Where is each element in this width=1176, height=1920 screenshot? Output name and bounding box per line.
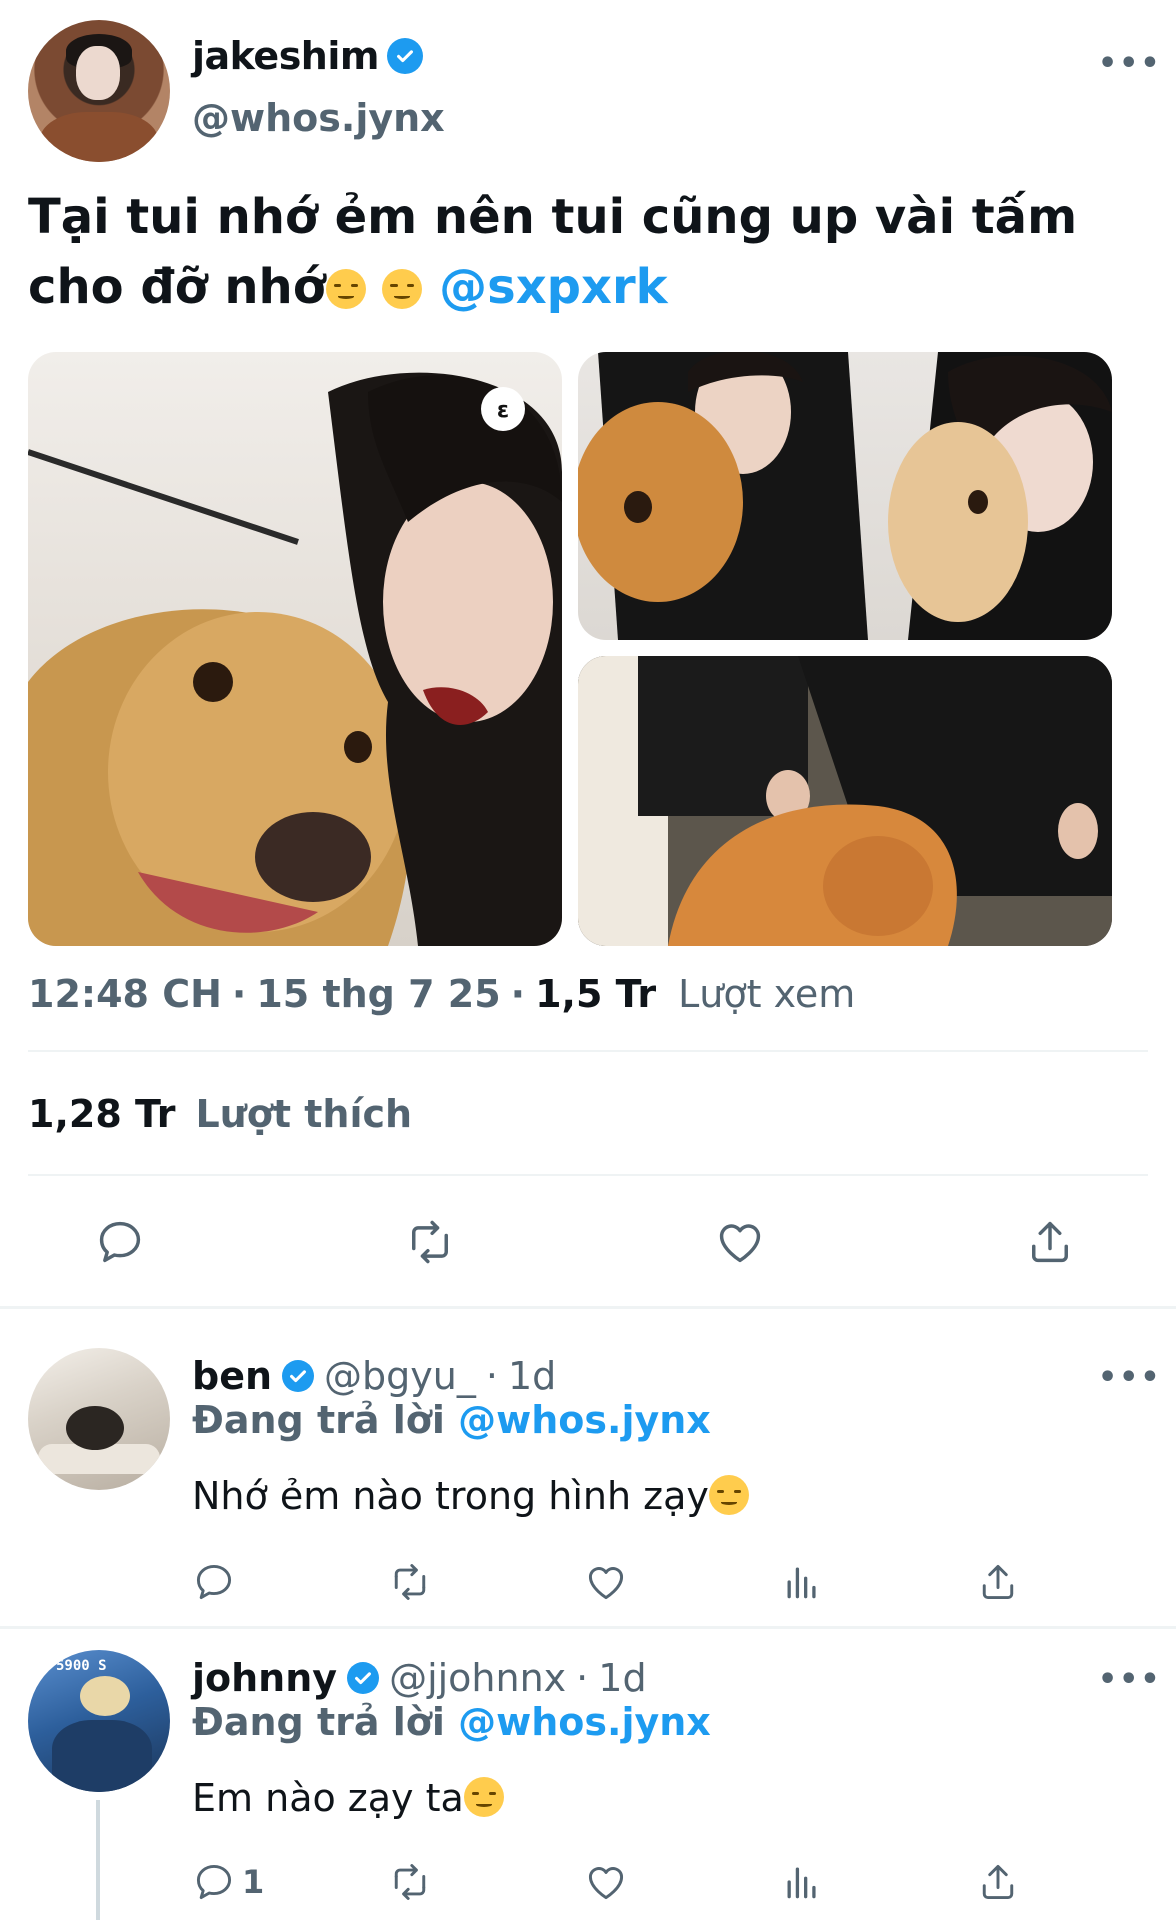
views-button[interactable] xyxy=(780,1858,976,1906)
like-button[interactable] xyxy=(584,1858,780,1906)
reply-divider xyxy=(0,1626,1176,1629)
share-button[interactable] xyxy=(976,1558,1056,1606)
confounded-face-emoji-icon xyxy=(382,269,423,309)
reply-handle[interactable]: @jjohnnx xyxy=(389,1656,566,1700)
reply-button[interactable] xyxy=(94,1214,404,1270)
verified-badge-icon xyxy=(386,38,423,74)
reply-handle[interactable]: @bgyu_ xyxy=(324,1354,476,1398)
retweet-icon xyxy=(412,1220,448,1264)
reply-header: johnny @jjohnnx · 1d xyxy=(192,1656,647,1700)
author-avatar[interactable] xyxy=(28,20,170,162)
more-icon[interactable]: ••• xyxy=(1098,1662,1162,1697)
retweet-icon xyxy=(394,1564,426,1600)
reply-actions: 1 xyxy=(0,1858,1176,1906)
tweet-text: Tại tui nhớ ẻm nên tui cũng up vài tấm c… xyxy=(28,182,1148,322)
tweet-time[interactable]: 12:48 CH xyxy=(28,972,222,1016)
views-icon xyxy=(787,1867,816,1899)
views-button[interactable] xyxy=(780,1558,976,1606)
reply-icon xyxy=(99,1221,141,1263)
share-button[interactable] xyxy=(1024,1214,1104,1270)
replying-to-link[interactable]: @whos.jynx xyxy=(458,1700,711,1744)
replying-to: Đang trả lời @whos.jynx xyxy=(192,1398,711,1442)
meta-separator: · xyxy=(485,1354,498,1398)
like-icon xyxy=(588,1867,624,1900)
meta-separator: · xyxy=(231,972,247,1016)
reply-count: 1 xyxy=(242,1863,265,1901)
divider xyxy=(28,1174,1148,1176)
thinking-face-emoji-icon xyxy=(463,1777,504,1817)
more-icon[interactable]: ••• xyxy=(1098,1360,1162,1395)
share-button[interactable] xyxy=(976,1858,1056,1906)
reply-icon xyxy=(196,1864,232,1900)
reply-display-name[interactable]: ben xyxy=(192,1354,272,1398)
replying-to-link[interactable]: @whos.jynx xyxy=(458,1398,711,1442)
avatar-sign-text: 5900 S xyxy=(56,1658,107,1674)
tweet-meta: 12:48 CH · 15 thg 7 25 · 1,5 Tr Lượt xem xyxy=(28,972,855,1016)
likes-row[interactable]: 1,28 Tr Lượt thích xyxy=(28,1092,412,1136)
likes-label: Lượt thích xyxy=(195,1092,413,1136)
like-icon xyxy=(588,1567,624,1600)
retweet-button[interactable] xyxy=(388,1558,584,1606)
tweet-date[interactable]: 15 thg 7 25 xyxy=(256,972,500,1016)
retweet-icon xyxy=(394,1864,426,1900)
views-icon xyxy=(787,1567,816,1599)
reply-text: Nhớ ẻm nào trong hình zạy xyxy=(192,1474,749,1518)
like-icon xyxy=(719,1224,761,1263)
reply-age[interactable]: 1d xyxy=(598,1656,646,1700)
reply-header: ben @bgyu_ · 1d xyxy=(192,1354,556,1398)
svg-text:ε: ε xyxy=(497,398,509,423)
reply-avatar[interactable] xyxy=(28,1348,170,1490)
views-count: 1,5 Tr xyxy=(535,972,657,1016)
views-label: Lượt xem xyxy=(678,972,856,1016)
smirking-face-emoji-icon xyxy=(708,1475,749,1515)
reply-icon xyxy=(196,1564,232,1600)
reply-avatar[interactable]: 5900 S xyxy=(28,1650,170,1792)
reply-text: Em nào zạy ta xyxy=(192,1776,504,1820)
tweet-photo-1[interactable]: ε xyxy=(28,352,562,946)
tweet-photo-3[interactable] xyxy=(578,656,1112,946)
like-button[interactable] xyxy=(714,1214,1024,1270)
thread-divider xyxy=(0,1306,1176,1309)
author-display-name[interactable]: jakeshim xyxy=(192,34,379,78)
persevering-face-emoji-icon xyxy=(325,269,366,309)
reply-age[interactable]: 1d xyxy=(508,1354,556,1398)
reply-actions xyxy=(0,1558,1176,1606)
reply-text-body: Nhớ ẻm nào trong hình zạy xyxy=(192,1474,709,1518)
meta-separator: · xyxy=(510,972,526,1016)
reply-button[interactable]: 1 xyxy=(192,1858,388,1906)
meta-separator: · xyxy=(576,1656,589,1700)
replying-prefix: Đang trả lời xyxy=(192,1398,445,1442)
tweet-photo-2[interactable] xyxy=(578,352,1112,640)
author-display-name-row[interactable]: jakeshim xyxy=(192,34,423,78)
tweet-mention-link[interactable]: @sxpxrk xyxy=(439,259,667,315)
reply-button[interactable] xyxy=(192,1558,388,1606)
replying-to: Đang trả lời @whos.jynx xyxy=(192,1700,711,1744)
tweet-actions xyxy=(0,1214,1176,1270)
share-icon xyxy=(982,1864,1014,1900)
author-handle[interactable]: @whos.jynx xyxy=(192,96,445,140)
share-icon xyxy=(982,1564,1014,1600)
retweet-button[interactable] xyxy=(388,1858,584,1906)
verified-badge-icon xyxy=(347,1662,380,1694)
likes-count: 1,28 Tr xyxy=(28,1092,176,1136)
reply-text-body: Em nào zạy ta xyxy=(192,1776,464,1820)
retweet-button[interactable] xyxy=(404,1214,714,1270)
reply-display-name[interactable]: johnny xyxy=(192,1656,337,1700)
divider xyxy=(28,1050,1148,1052)
share-icon xyxy=(1032,1221,1068,1263)
more-icon[interactable]: ••• xyxy=(1098,46,1162,81)
verified-badge-icon xyxy=(282,1360,315,1392)
like-button[interactable] xyxy=(584,1558,780,1606)
replying-prefix: Đang trả lời xyxy=(192,1700,445,1744)
